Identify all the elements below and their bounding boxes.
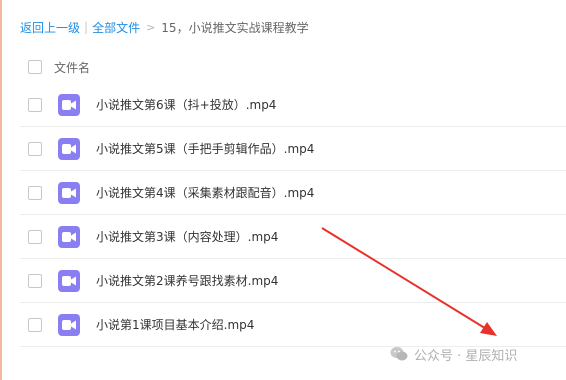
- all-files-link[interactable]: 全部文件: [92, 19, 140, 36]
- file-name[interactable]: 小说推文第2课养号跟找素材.mp4: [96, 272, 278, 289]
- file-row[interactable]: 小说推文第3课（内容处理）.mp4: [20, 215, 566, 259]
- watermark: 公众号 · 星辰知识: [390, 344, 517, 364]
- left-accent-bar: [0, 0, 2, 380]
- row-checkbox[interactable]: [28, 317, 42, 332]
- watermark-text: 公众号 · 星辰知识: [414, 348, 518, 364]
- file-name[interactable]: 小说推文第6课（抖+投放）.mp4: [96, 96, 276, 113]
- file-row[interactable]: 小说第1课项目基本介绍.mp4: [20, 303, 566, 347]
- row-checkbox[interactable]: [28, 273, 42, 288]
- file-name[interactable]: 小说推文第5课（手把手剪辑作品）.mp4: [96, 140, 314, 157]
- video-icon: [58, 225, 80, 248]
- row-checkbox[interactable]: [28, 185, 42, 200]
- video-icon: [58, 93, 80, 116]
- row-checkbox[interactable]: [28, 229, 42, 244]
- file-name[interactable]: 小说第1课项目基本介绍.mp4: [96, 316, 254, 333]
- list-header: 文件名: [20, 51, 566, 83]
- file-row[interactable]: 小说推文第5课（手把手剪辑作品）.mp4: [20, 127, 566, 171]
- file-name[interactable]: 小说推文第4课（采集素材跟配音）.mp4: [96, 184, 314, 201]
- breadcrumb-arrow-icon: >: [146, 20, 156, 34]
- current-folder: 15，小说推文实战课程教学: [161, 20, 309, 35]
- file-list: 文件名 小说推文第6课（抖+投放）.mp4 小说推文第5课（手把手剪辑作品）.m…: [20, 51, 566, 347]
- back-link[interactable]: 返回上一级: [20, 19, 80, 36]
- select-all-checkbox[interactable]: [28, 60, 42, 74]
- video-icon: [58, 137, 80, 160]
- video-icon: [58, 313, 80, 336]
- row-checkbox[interactable]: [28, 141, 42, 156]
- row-checkbox[interactable]: [28, 97, 42, 112]
- file-row[interactable]: 小说推文第4课（采集素材跟配音）.mp4: [20, 171, 566, 215]
- file-row[interactable]: 小说推文第2课养号跟找素材.mp4: [20, 259, 566, 303]
- breadcrumb-separator: |: [84, 20, 89, 34]
- video-icon: [58, 269, 80, 292]
- file-row[interactable]: 小说推文第6课（抖+投放）.mp4: [20, 83, 566, 127]
- video-icon: [58, 181, 80, 204]
- file-name[interactable]: 小说推文第3课（内容处理）.mp4: [96, 228, 278, 245]
- breadcrumb: 返回上一级 | 全部文件 > 15，小说推文实战课程教学: [20, 18, 309, 36]
- filename-column-header: 文件名: [54, 60, 91, 75]
- wechat-icon: [390, 347, 408, 361]
